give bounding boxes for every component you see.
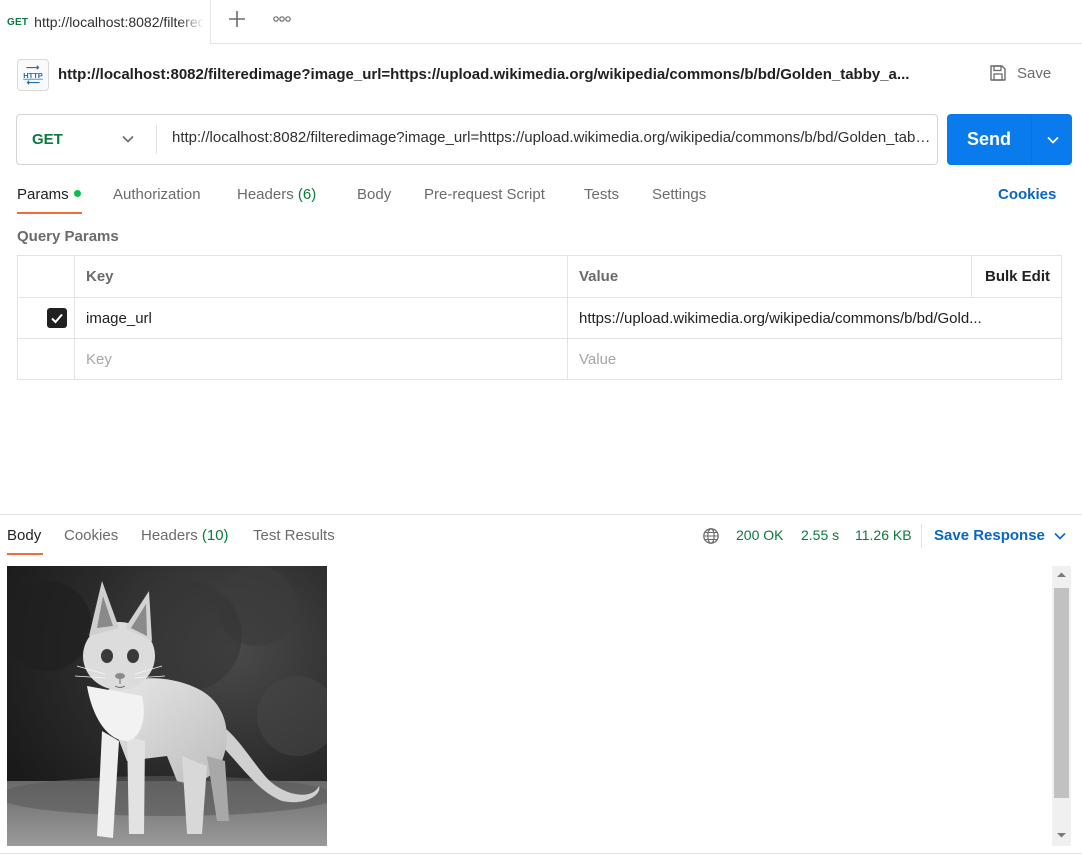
tab-label: Settings: [652, 186, 707, 203]
table-header-row: Key Value Bulk Edit: [18, 256, 1061, 298]
response-tab-cookies[interactable]: Cookies: [64, 527, 118, 544]
column-divider: [567, 256, 568, 379]
more-icon[interactable]: [272, 12, 292, 26]
key-column-header: Key: [86, 268, 114, 285]
query-params-title: Query Params: [17, 228, 119, 245]
active-tab-underline: [7, 553, 43, 555]
tab-params[interactable]: Params: [17, 186, 81, 203]
send-button[interactable]: Send: [947, 114, 1031, 165]
chevron-down-icon[interactable]: [1053, 531, 1067, 541]
save-button[interactable]: Save: [988, 63, 1051, 83]
tab-label: Headers: [237, 186, 294, 203]
scrollbar-thumb[interactable]: [1054, 588, 1069, 798]
save-icon: [990, 65, 1006, 81]
param-checkbox[interactable]: [47, 308, 67, 328]
request-title[interactable]: http://localhost:8082/filteredimage?imag…: [58, 66, 938, 83]
tab-headers[interactable]: Headers (6): [237, 186, 316, 203]
request-tabs: Params Authorization Headers (6) Body Pr…: [0, 182, 1082, 216]
tab-count: (10): [201, 527, 229, 544]
value-column-header: Value: [579, 268, 619, 285]
send-options-button[interactable]: [1033, 114, 1072, 165]
column-divider: [971, 256, 972, 298]
response-image: [7, 566, 327, 846]
request-tab[interactable]: GET http://localhost:8082/filteredimage?…: [0, 0, 211, 44]
tab-label: Pre-request Script: [424, 186, 545, 203]
tab-authorization[interactable]: Authorization: [113, 186, 201, 203]
send-button-group: Send: [947, 114, 1072, 165]
method-value: GET: [32, 131, 63, 148]
http-request-icon: HTTP: [17, 59, 49, 91]
bottom-divider: [0, 853, 1082, 854]
table-row: Key Value: [18, 339, 1061, 379]
param-checkbox-cell: [18, 298, 74, 338]
tab-strip: GET http://localhost:8082/filteredimage?…: [0, 0, 1082, 44]
send-divider: [1031, 114, 1032, 165]
status-code[interactable]: 200 OK: [736, 527, 783, 543]
response-time[interactable]: 2.55 s: [801, 527, 839, 543]
active-tab-underline: [17, 212, 82, 214]
cookies-link[interactable]: Cookies: [998, 186, 1056, 203]
save-label: Save: [1017, 64, 1052, 82]
table-row: image_url https://upload.wikimedia.org/w…: [18, 298, 1061, 339]
scroll-down-icon[interactable]: [1052, 830, 1071, 840]
tab-settings[interactable]: Settings: [652, 186, 706, 203]
new-param-key[interactable]: Key: [75, 339, 567, 379]
tab-tests[interactable]: Tests: [584, 186, 619, 203]
checkmark-icon: [51, 313, 63, 324]
method-select[interactable]: GET: [17, 115, 157, 164]
status-divider: [921, 524, 922, 548]
tab-label: Cookies: [64, 527, 119, 544]
response-tab-test-results[interactable]: Test Results: [253, 527, 335, 544]
column-divider: [74, 256, 75, 379]
query-params-table: Key Value Bulk Edit image_url https://up…: [17, 255, 1062, 380]
param-key[interactable]: image_url: [75, 298, 567, 338]
tab-label: Body: [7, 527, 42, 544]
response-tab-headers[interactable]: Headers (10): [141, 527, 229, 544]
tab-label: Body: [357, 186, 392, 203]
tab-title: http://localhost:8082/filteredimage?imag…: [34, 14, 204, 30]
response-tab-body[interactable]: Body: [7, 527, 41, 544]
url-divider: [156, 125, 157, 154]
response-size[interactable]: 11.26 KB: [855, 527, 912, 543]
tab-label: Test Results: [253, 527, 335, 544]
tab-label: Tests: [584, 186, 620, 203]
globe-icon[interactable]: [702, 527, 720, 545]
scroll-up-icon[interactable]: [1052, 570, 1071, 580]
plus-icon[interactable]: [226, 8, 248, 30]
tab-body[interactable]: Body: [357, 186, 391, 203]
tab-method-label: GET: [7, 16, 29, 28]
bulk-edit-button[interactable]: Bulk Edit: [972, 256, 1061, 297]
tab-label: Headers: [141, 527, 198, 544]
tab-label: Params: [17, 186, 69, 203]
params-active-dot: [73, 190, 81, 197]
new-param-value[interactable]: Value: [568, 339, 1060, 379]
response-divider: [0, 514, 1082, 515]
response-tabs: Body Cookies Headers (10) Test Results: [0, 526, 1082, 556]
chevron-down-icon: [122, 135, 134, 143]
tab-label: Authorization: [113, 186, 201, 203]
tab-count: (6): [297, 186, 317, 203]
http-icon-text: HTTP: [23, 71, 43, 80]
tab-pre-request-script[interactable]: Pre-request Script: [424, 186, 545, 203]
param-value[interactable]: https://upload.wikimedia.org/wikipedia/c…: [568, 298, 1028, 338]
response-scrollbar[interactable]: [1052, 566, 1071, 846]
url-input[interactable]: http://localhost:8082/filteredimage?imag…: [172, 129, 932, 146]
save-response-button[interactable]: Save Response: [934, 527, 1045, 544]
chevron-down-icon: [1046, 136, 1059, 144]
url-bar: GET http://localhost:8082/filteredimage?…: [16, 114, 938, 165]
